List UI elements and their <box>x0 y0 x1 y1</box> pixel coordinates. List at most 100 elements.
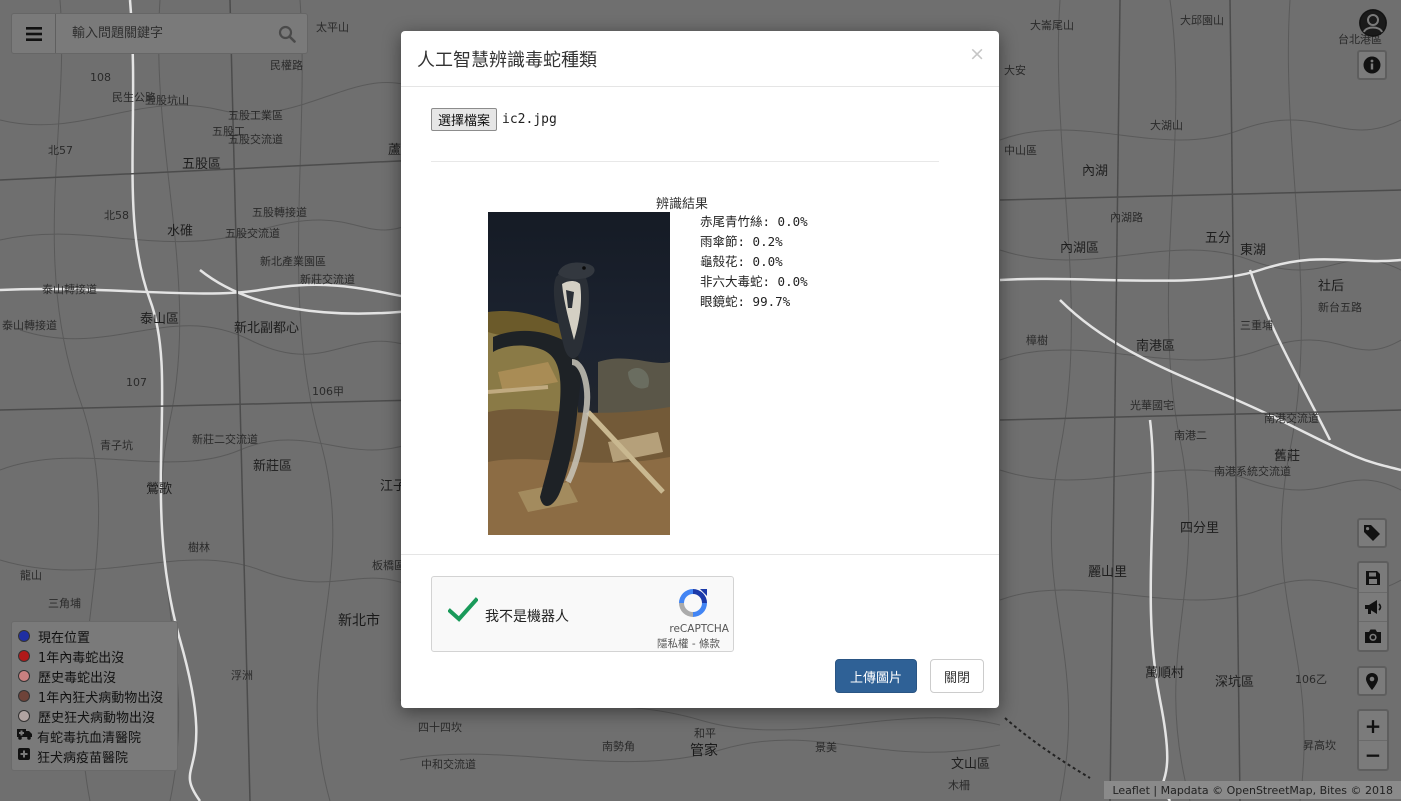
map-label: 南港區 <box>1136 339 1176 354</box>
result-item: 眼鏡蛇: 99.7% <box>700 294 791 309</box>
map-label: 108 <box>90 71 111 84</box>
recaptcha-label: 我不是機器人 <box>485 609 569 625</box>
map-label: 大安 <box>1004 64 1026 77</box>
map-label: 大湖山 <box>1150 119 1183 132</box>
legend-label: 1年內狂犬病動物出沒 <box>38 690 164 706</box>
save-icon <box>1366 570 1380 585</box>
map-label: 萬順村 <box>1145 666 1185 681</box>
map-label: 新台五路 <box>1318 301 1362 314</box>
brown-dot-icon <box>18 690 30 702</box>
map-label: 社后 <box>1318 279 1345 294</box>
recaptcha-logo-icon <box>679 589 707 617</box>
legend-item-current-location[interactable]: 現在位置 <box>16 626 177 646</box>
search-input[interactable] <box>56 14 267 53</box>
map-label: 五股交流道 <box>228 133 283 146</box>
map-label: 樹林 <box>188 541 210 554</box>
map-label: 光華國宅 <box>1130 399 1174 412</box>
zoom-in-label: + <box>1364 713 1382 738</box>
ambulance-icon <box>17 728 32 744</box>
map-label: 麗山里 <box>1088 565 1128 580</box>
info-icon <box>1363 56 1381 74</box>
zoom-out-button[interactable]: − <box>1359 740 1387 769</box>
close-button[interactable]: 關閉 <box>930 659 984 693</box>
map-label: 內湖區 <box>1060 241 1100 256</box>
map-label: 五分 <box>1205 231 1232 246</box>
announce-button[interactable] <box>1359 592 1387 621</box>
legend-item-recent-rabies[interactable]: 1年內狂犬病動物出沒 <box>16 686 177 706</box>
map-label: 樟樹 <box>1026 334 1048 347</box>
map-label: 昇高坎 <box>1303 739 1336 752</box>
recaptcha-terms-link[interactable]: 隱私權 - 條款 <box>657 636 720 651</box>
file-name: ic2.jpg <box>502 112 557 127</box>
search-button[interactable] <box>267 14 307 53</box>
map-label: 泰山區 <box>140 312 180 327</box>
user-avatar[interactable] <box>1359 9 1387 37</box>
map-label: 景美 <box>815 741 837 754</box>
legend-label: 狂犬病疫苗醫院 <box>37 750 129 766</box>
map-label: 新北副都心 <box>234 321 300 336</box>
legend-label: 1年內毒蛇出沒 <box>38 650 125 666</box>
zoom-in-button[interactable]: + <box>1359 711 1387 740</box>
map-label: 南港交流道 <box>1264 412 1319 425</box>
snake-recognition-dialog: 人工智慧辨識毒蛇種類 × 選擇檔案 ic2.jpg 辨識結果 赤尾青竹絲: 0.… <box>401 31 999 708</box>
map-label: 大崙尾山 <box>1030 19 1074 32</box>
dialog-header: 人工智慧辨識毒蛇種類 × <box>401 31 999 87</box>
map-label: 北58 <box>104 209 129 222</box>
map-label: 五股工業區 <box>228 109 283 122</box>
map-label: 太平山 <box>316 21 349 34</box>
save-button[interactable] <box>1359 563 1387 592</box>
map-label: 浮洲 <box>231 669 253 682</box>
map-label: 三重埔 <box>1240 319 1273 332</box>
red-dot-icon <box>18 650 30 662</box>
legend-label: 歷史狂犬病動物出沒 <box>38 710 156 726</box>
map-label: 北57 <box>48 144 73 157</box>
map-label: 新北產業園區 <box>260 255 326 268</box>
choose-file-button[interactable]: 選擇檔案 <box>431 108 498 131</box>
checkmark-icon <box>448 597 478 622</box>
locate-button[interactable] <box>1357 666 1387 696</box>
map-label: 三角埔 <box>48 597 81 610</box>
map-label: 106乙 <box>1295 673 1327 686</box>
map-label: 舊莊 <box>1274 449 1301 464</box>
plus-square-icon <box>17 748 31 764</box>
result-item: 非六大毒蛇: 0.0% <box>700 274 808 289</box>
map-label: 泰山轉接道 <box>2 319 57 332</box>
legend-item-history-rabies[interactable]: 歷史狂犬病動物出沒 <box>16 706 177 726</box>
map-label: 民權路 <box>270 59 303 72</box>
zoom-control: + − <box>1357 709 1389 771</box>
upload-image-button[interactable]: 上傳圖片 <box>835 659 917 693</box>
result-item: 龜殼花: 0.0% <box>700 254 783 269</box>
recaptcha-widget[interactable]: 我不是機器人 reCAPTCHA 隱私權 - 條款 <box>431 576 734 652</box>
divider <box>431 161 939 162</box>
tag-button[interactable] <box>1357 518 1387 548</box>
uploaded-snake-photo <box>488 212 670 535</box>
info-button[interactable] <box>1357 50 1387 80</box>
map-label: 水碓 <box>167 224 194 239</box>
map-label: 中和交流道 <box>421 758 476 771</box>
file-picker: 選擇檔案 ic2.jpg <box>431 108 557 131</box>
legend-item-antivenom-hospital[interactable]: 有蛇毒抗血清醫院 <box>16 726 177 746</box>
legend-label: 有蛇毒抗血清醫院 <box>37 730 142 746</box>
map-attribution: Leaflet | Mapdata © OpenStreetMap, Bites… <box>1104 781 1401 799</box>
map-label: 南港二 <box>1174 429 1207 442</box>
result-title: 辨識結果 <box>656 197 709 212</box>
map-label: 深坑區 <box>1215 675 1255 690</box>
legend-item-rabies-vaccine-hospital[interactable]: 狂犬病疫苗醫院 <box>16 746 177 766</box>
map-label: 新莊交流道 <box>300 273 355 286</box>
gray-dot-icon <box>18 710 30 722</box>
legend-item-recent-snake[interactable]: 1年內毒蛇出沒 <box>16 646 177 666</box>
pink-dot-icon <box>18 670 30 682</box>
map-label: 和平 <box>694 727 716 740</box>
camera-button[interactable] <box>1359 621 1387 650</box>
map-label: 南勢角 <box>602 740 635 753</box>
legend-label: 現在位置 <box>38 630 91 646</box>
map-label: 新莊二交流道 <box>192 433 258 446</box>
map-label: 新北市 <box>338 613 380 629</box>
search-bar <box>11 13 308 54</box>
legend-item-history-snake[interactable]: 歷史毒蛇出沒 <box>16 666 177 686</box>
menu-button[interactable] <box>12 14 56 53</box>
map-label: 107 <box>126 376 147 389</box>
result-item: 赤尾青竹絲: 0.0% <box>700 214 808 229</box>
close-icon[interactable]: × <box>969 45 985 64</box>
tag-icon <box>1364 525 1380 541</box>
